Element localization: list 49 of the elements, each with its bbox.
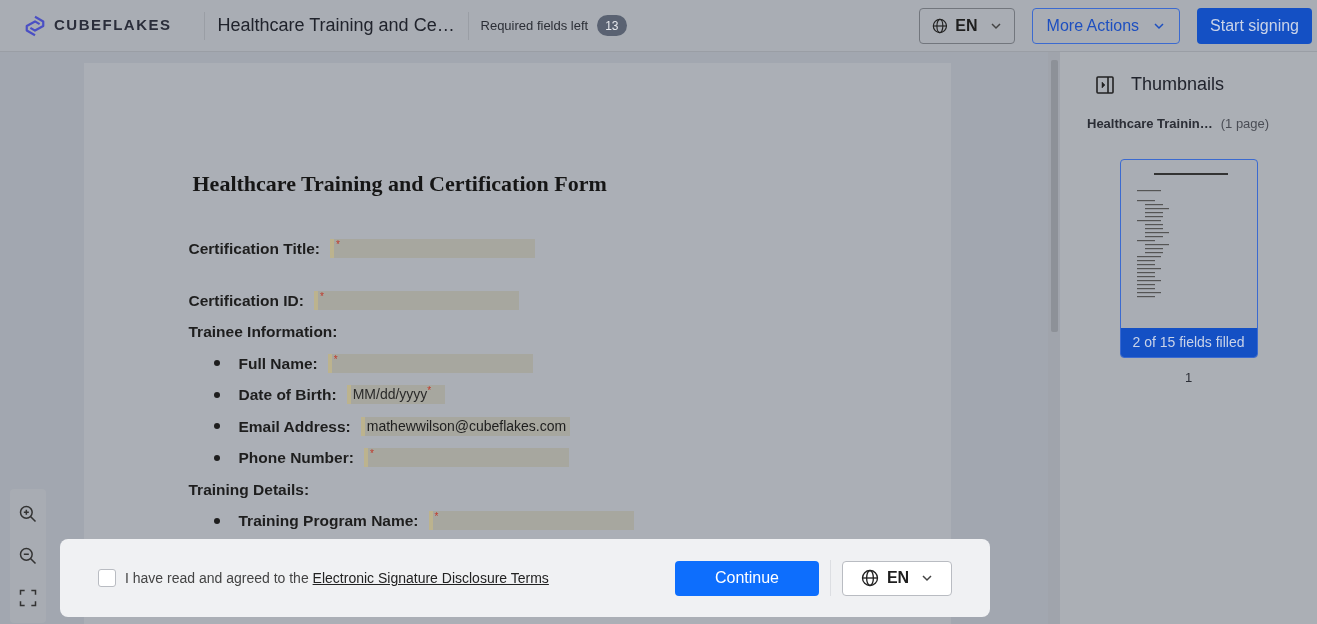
page-count: (1 page) [1220,115,1270,133]
fields-filled-status: 2 of 15 fields filled [1120,327,1257,357]
caret-icon [921,572,934,584]
required-mark: * [319,290,324,303]
language-button[interactable]: EN [842,560,952,596]
panel-title: Thumbnails [1131,73,1225,96]
section-heading: Trainee Information: [188,322,339,343]
brand-name: CUBEFLAKES [54,15,172,36]
section-heading: Training Details: [188,479,311,500]
zoom-in-icon[interactable] [18,504,38,524]
globe-icon [931,16,948,35]
continue-button[interactable]: Continue [675,560,819,596]
bullet-icon [213,454,220,461]
input-field[interactable]: MM/dd/yyyy* [346,385,445,405]
required-mark: * [427,385,432,397]
field-label: Certification ID: [188,290,304,311]
page-thumbnail[interactable]: 2 of 15 fields filled [1119,158,1258,358]
field-label: Certification Title: [188,239,320,260]
more-actions-button[interactable]: More Actions [1031,7,1181,44]
document-name: Healthcare Trainin… [1087,115,1213,133]
bullet-icon [213,517,220,524]
field-label: Email Address: [238,416,351,437]
required-fields-label: Required fields left [480,16,589,35]
required-mark: * [336,239,340,252]
field-label: Phone Number: [238,448,354,469]
language-button[interactable]: EN [918,7,1015,44]
required-mark: * [369,448,374,461]
bullet-icon [213,360,220,367]
bullet-icon [213,423,220,430]
panel-toggle-icon[interactable] [1095,74,1115,95]
zoom-out-icon[interactable] [18,546,38,566]
field-label: Full Name: [238,353,318,374]
page-number: 1 [1184,368,1193,387]
document-title: Healthcare Training and Ce… [217,14,456,37]
field-label: Training Program Name: [238,511,419,532]
globe-icon [860,569,879,587]
agree-checkbox[interactable] [98,569,116,587]
fit-screen-icon[interactable] [18,588,38,608]
required-mark: * [333,353,338,366]
agreement-text: I have read and agreed to the Electronic Signature Disclosure Terms [125,568,549,588]
form-title: Healthcare Training and Certification Form [192,170,608,198]
field-label: Date of Birth: [238,385,337,406]
input-field[interactable]: mathewwilson@cubeflakes.com [360,416,571,436]
bullet-icon [213,391,220,398]
required-mark: * [434,511,439,524]
logo-icon [24,14,46,37]
disclosure-terms-link[interactable]: Electronic Signature Disclosure Terms [312,569,549,586]
start-signing-button[interactable]: Start signing [1197,7,1312,44]
count-badge: 13 [597,15,627,36]
